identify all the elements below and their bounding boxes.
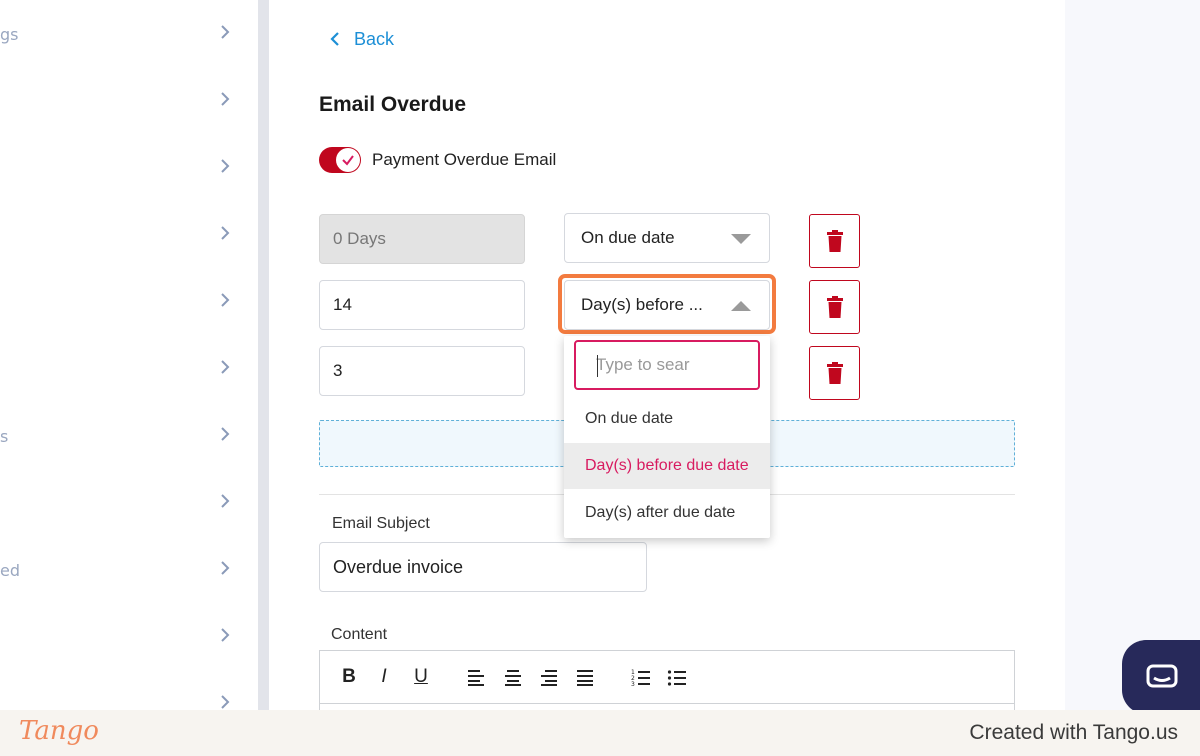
chevron-right-icon [221,628,230,642]
bold-button[interactable]: B [338,666,360,688]
timing-select[interactable]: On due date [564,213,770,263]
align-justify-button[interactable] [574,666,596,688]
sidebar-item[interactable]: gs [0,14,258,54]
back-link[interactable]: Back [328,28,394,50]
back-label: Back [354,28,395,49]
ordered-list-icon: 123 [631,669,650,687]
trash-icon [826,362,843,384]
ordered-list-button[interactable]: 123 [630,666,652,688]
align-center-icon [505,670,521,686]
sidebar-item[interactable] [0,282,258,322]
bullet-list-button[interactable] [666,666,688,688]
sidebar-item-label: s [0,427,9,446]
content-label: Content [331,626,388,643]
chevron-right-icon [221,494,230,508]
timing-select-value: On due date [581,228,675,247]
sidebar-item[interactable] [0,483,258,523]
highlight-ring [558,274,776,334]
delete-reminder-button[interactable] [809,280,860,334]
bullet-list-icon [667,670,686,686]
email-subject-label: Email Subject [332,515,430,532]
timing-dropdown-menu: Type to sear On due date Day(s) before d… [564,336,770,538]
align-right-button[interactable] [538,666,560,688]
sidebar: gs s ed [0,0,258,710]
chevron-right-icon [221,92,230,106]
toggle-label: Payment Overdue Email [372,150,557,169]
check-icon [342,155,354,166]
days-input-disabled: 0 Days [319,214,525,264]
overdue-email-toggle-row: Payment Overdue Email [319,147,556,173]
email-subject-input[interactable]: Overdue invoice [319,542,647,592]
sidebar-item[interactable] [0,617,258,657]
chevron-right-icon [221,25,230,39]
chevron-right-icon [221,159,230,173]
italic-button[interactable]: I [373,666,395,688]
caret-down-icon [731,234,751,244]
dropdown-option[interactable]: Day(s) after due date [564,490,770,536]
sidebar-item[interactable] [0,349,258,389]
chevron-right-icon [221,561,230,575]
days-input[interactable]: 3 [319,346,525,396]
align-left-icon [468,670,484,686]
overdue-email-toggle[interactable] [319,147,361,173]
delete-reminder-button[interactable] [809,214,860,268]
trash-icon [826,296,843,318]
sidebar-item[interactable]: ed [0,550,258,590]
chevron-right-icon [221,226,230,240]
svg-text:3: 3 [631,681,635,687]
chat-icon [1146,664,1178,688]
toggle-knob [336,148,360,172]
text-cursor [597,355,598,377]
chevron-right-icon [221,695,230,709]
page-title: Email Overdue [319,93,467,116]
align-justify-icon [577,670,593,686]
sidebar-item-label: ed [0,561,20,580]
chevron-left-icon [330,32,339,46]
sidebar-divider [258,0,269,710]
align-left-button[interactable] [465,666,487,688]
align-center-button[interactable] [502,666,524,688]
underline-button[interactable]: U [410,666,432,688]
days-input[interactable]: 14 [319,280,525,330]
chevron-right-icon [221,427,230,441]
right-gutter [1065,0,1200,710]
sidebar-item[interactable] [0,81,258,121]
sidebar-item[interactable] [0,148,258,188]
sidebar-item-label: gs [0,25,19,44]
dropdown-option-selected[interactable]: Day(s) before due date [564,443,770,489]
chat-launcher-button[interactable] [1122,640,1200,714]
dropdown-search-input[interactable]: Type to sear [574,340,760,390]
trash-icon [826,230,843,252]
sidebar-item[interactable] [0,215,258,255]
align-right-icon [541,670,557,686]
editor-toolbar: B I U 123 [320,651,1014,704]
delete-reminder-button[interactable] [809,346,860,400]
tango-footer: Tango Created with Tango.us [0,710,1200,756]
sidebar-item[interactable]: s [0,416,258,456]
tango-logo: Tango [19,716,99,746]
dropdown-search-placeholder: Type to sear [596,355,690,374]
chevron-right-icon [221,293,230,307]
chevron-right-icon [221,360,230,374]
dropdown-option[interactable]: On due date [564,396,770,442]
created-with-text: Created with Tango.us [969,721,1178,744]
